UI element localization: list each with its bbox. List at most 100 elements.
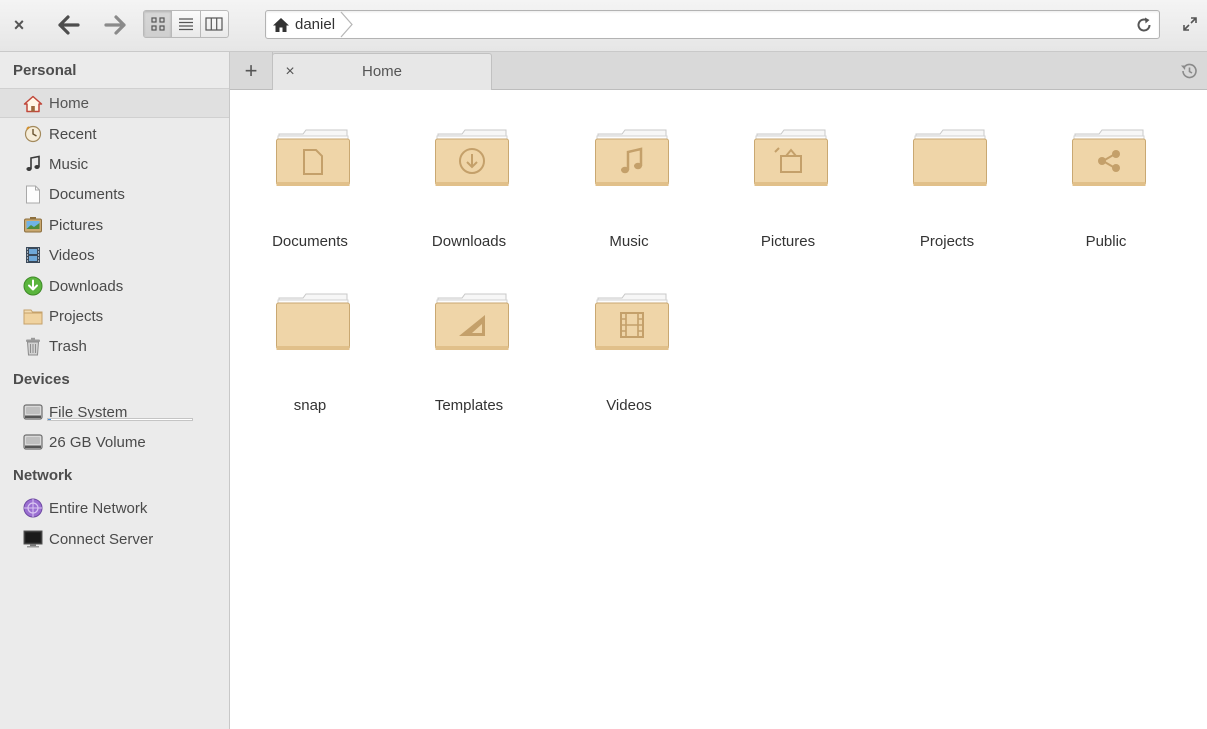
folder-downloads[interactable]: Downloads [399, 114, 539, 254]
location-bar[interactable]: daniel [265, 10, 1160, 39]
close-icon: × [13, 14, 25, 35]
back-button[interactable] [54, 10, 84, 40]
sidebar-item-downloads[interactable]: Downloads [0, 271, 229, 301]
network-icon [23, 498, 43, 518]
sidebar-item-label: Projects [49, 307, 104, 325]
sidebar-item-label: Music [49, 155, 89, 173]
history-button[interactable] [1179, 61, 1199, 81]
reload-icon [1137, 17, 1151, 32]
sidebar-item-entire-network[interactable]: Entire Network [0, 493, 229, 523]
folder-label: Public [1085, 233, 1127, 250]
sidebar-item-home[interactable]: Home [0, 88, 229, 118]
forward-button[interactable] [100, 10, 130, 40]
drive-icon [23, 402, 43, 422]
sidebar-item-label: Recent [49, 125, 97, 143]
sidebar-item-label: Entire Network [49, 499, 148, 517]
sidebar-item-volume[interactable]: 26 GB Volume [0, 427, 229, 457]
sidebar-heading-personal: Personal [13, 62, 77, 79]
breadcrumb-label: daniel [295, 16, 336, 33]
sidebar-item-trash[interactable]: Trash [0, 331, 229, 361]
disk-usage-bar [47, 418, 193, 421]
tab-home[interactable]: × Home [272, 53, 492, 90]
folder-videos-icon [595, 293, 669, 350]
arrow-right-icon [104, 15, 126, 35]
folder-label: snap [293, 397, 327, 414]
folder-pictures[interactable]: Pictures [718, 114, 858, 254]
file-view: Documents Downloads Music Pictures Proje… [230, 90, 1207, 729]
folder-icon [23, 306, 43, 326]
arrow-left-icon [58, 15, 80, 35]
folder-documents-icon [276, 129, 350, 186]
grid-icon [151, 17, 165, 31]
folder-projects-icon [913, 129, 987, 186]
columns-icon [205, 17, 223, 31]
maximize-icon [1183, 17, 1197, 31]
music-icon [23, 154, 43, 174]
list-icon [178, 18, 193, 31]
folder-templates[interactable]: Templates [399, 278, 539, 418]
sidebar-heading-devices: Devices [13, 371, 70, 388]
folder-projects[interactable]: Projects [877, 114, 1017, 254]
sidebar-heading-network: Network [13, 467, 73, 484]
new-tab-button[interactable]: + [230, 52, 273, 89]
sidebar-item-label: Documents [49, 185, 125, 203]
home-icon [273, 17, 289, 32]
folder-music-icon [595, 129, 669, 186]
recent-icon [23, 124, 43, 144]
column-view-button[interactable] [201, 11, 228, 37]
folder-label: Videos [606, 397, 652, 414]
sidebar-item-connect-server[interactable]: Connect Server [0, 524, 229, 554]
header-toolbar: × daniel [0, 0, 1207, 52]
sidebar-item-label: Videos [49, 246, 95, 264]
folder-label: Projects [919, 233, 975, 250]
sidebar-item-label: Home [49, 94, 90, 112]
folder-public-icon [1072, 129, 1146, 186]
sidebar: Personal Home Recent Music Documents Pic… [0, 52, 230, 729]
download-icon [23, 276, 43, 296]
close-window-button[interactable]: × [6, 12, 32, 38]
folder-label: Documents [272, 233, 348, 250]
folder-pictures-icon [754, 129, 828, 186]
folder-documents[interactable]: Documents [240, 114, 380, 254]
reload-button[interactable] [1133, 14, 1155, 36]
sidebar-item-label: Trash [49, 337, 87, 355]
document-icon [23, 184, 43, 204]
folder-templates-icon [435, 293, 509, 350]
disk-usage-fill [48, 419, 51, 420]
trash-icon [23, 336, 43, 356]
folder-snap[interactable]: snap [240, 278, 380, 418]
sidebar-item-pictures[interactable]: Pictures [0, 210, 229, 240]
folder-label: Music [609, 233, 649, 250]
folder-snap-icon [276, 293, 350, 350]
folder-label: Templates [434, 397, 504, 414]
pictures-icon [23, 215, 43, 235]
sidebar-item-label: Downloads [49, 277, 124, 295]
list-view-button[interactable] [172, 11, 201, 37]
folder-label: Downloads [431, 233, 507, 250]
sidebar-item-recent[interactable]: Recent [0, 119, 229, 149]
plus-icon: + [244, 57, 258, 83]
tab-bar: + × Home [230, 52, 1207, 90]
sidebar-item-documents[interactable]: Documents [0, 179, 229, 209]
sidebar-item-label: 26 GB Volume [49, 433, 146, 451]
view-switcher [143, 10, 229, 38]
folder-downloads-icon [435, 129, 509, 186]
sidebar-item-label: Pictures [49, 216, 104, 234]
sidebar-item-music[interactable]: Music [0, 149, 229, 179]
breadcrumb[interactable]: daniel [272, 11, 335, 38]
video-icon [23, 245, 43, 265]
maximize-button[interactable] [1178, 12, 1202, 36]
folder-music[interactable]: Music [559, 114, 699, 254]
sidebar-item-videos[interactable]: Videos [0, 240, 229, 270]
sidebar-item-projects[interactable]: Projects [0, 301, 229, 331]
sidebar-item-label: Connect Server [49, 530, 154, 548]
icon-view-button[interactable] [144, 11, 173, 37]
breadcrumb-separator-icon [340, 11, 353, 38]
tab-label: Home [361, 63, 402, 80]
sidebar-item-file-system[interactable]: File System [0, 397, 229, 427]
history-icon [1181, 63, 1197, 79]
drive-icon [23, 432, 43, 452]
folder-label: Pictures [760, 233, 816, 250]
folder-public[interactable]: Public [1036, 114, 1176, 254]
folder-videos[interactable]: Videos [559, 278, 699, 418]
